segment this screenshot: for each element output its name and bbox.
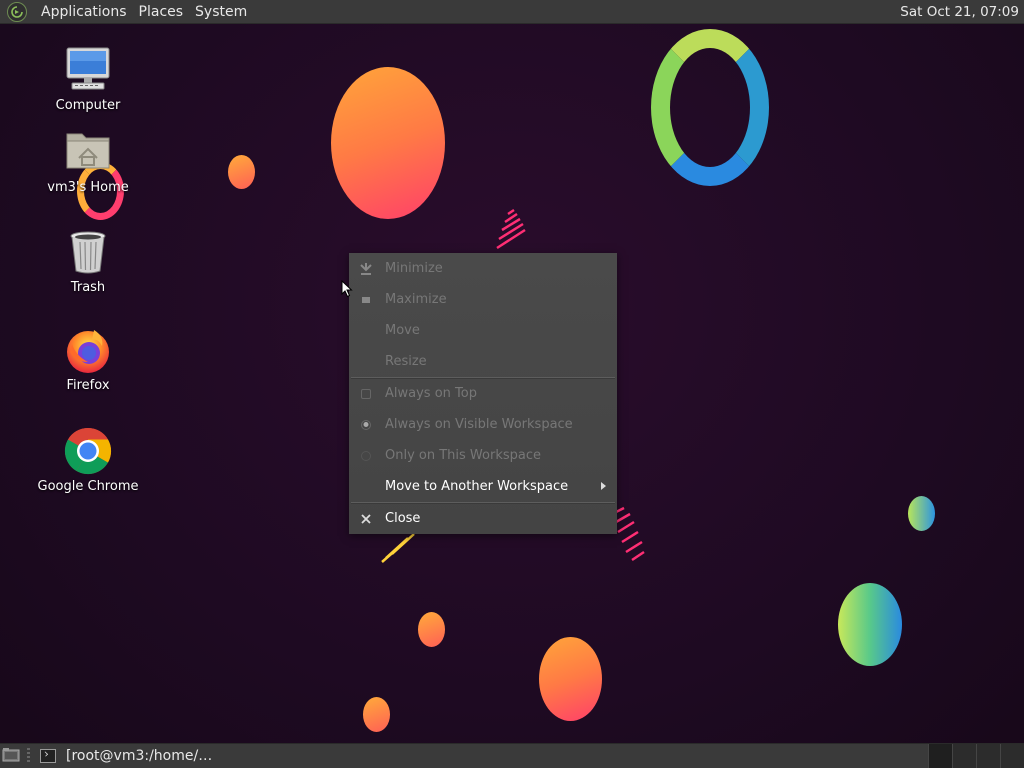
desktop-icon-chrome[interactable]: Google Chrome [28,427,148,494]
mouse-pointer-icon [341,280,353,298]
wallpaper-green-ellipse [838,583,902,666]
menu-item-label: Move to Another Workspace [385,479,569,494]
home-folder-icon [64,128,112,176]
wallpaper-orange-dot-3 [363,697,390,732]
workspace-3[interactable] [976,744,1000,768]
wallpaper-stripes-yellow [381,533,415,563]
workspace-2[interactable] [952,744,976,768]
menu-item-label: Minimize [385,261,443,276]
menu-item-maximize[interactable]: Maximize [349,284,617,315]
show-desktop-icon[interactable] [2,747,20,763]
menu-item-label: Always on Visible Workspace [385,417,573,432]
mate-logo-icon[interactable] [7,1,27,22]
wallpaper-orange-ellipse-large [331,67,445,219]
wallpaper-orange-ellipse-medium [539,637,602,721]
panel-handle[interactable] [27,748,30,764]
minimize-icon [359,262,373,276]
wallpaper-green-dot [908,496,935,531]
bottom-panel: [root@vm3:/home/… [0,743,1024,768]
menu-item-label: Maximize [385,292,447,307]
menu-item-label: Always on Top [385,386,477,401]
desktop-icon-label: Trash [70,280,106,295]
menu-item-move[interactable]: Move [349,315,617,346]
workspace-4[interactable] [1000,744,1024,768]
menu-item-close[interactable]: Close [349,503,617,534]
menu-item-minimize[interactable]: Minimize [349,253,617,284]
desktop-icon-label: Computer [55,98,121,113]
top-panel: Applications Places System Sat Oct 21, 0… [0,0,1024,24]
submenu-arrow-icon [601,482,606,490]
desktop-icon-label: vm3's Home [47,180,129,195]
menu-item-move-to-another-workspace[interactable]: Move to Another Workspace [349,471,617,502]
computer-icon [64,46,112,94]
chrome-icon [64,427,112,475]
workspace-switcher [928,744,1024,768]
desktop-icon-label: Google Chrome [37,479,139,494]
desktop-icon-label: Firefox [66,378,110,393]
maximize-icon [359,293,373,307]
menu-item-label: Move [385,323,420,338]
radio-filled-icon [359,418,373,432]
menu-item-resize[interactable]: Resize [349,346,617,377]
menu-item-label: Close [385,511,421,526]
terminal-icon [40,749,56,763]
wallpaper-stripes-pink-top [496,208,526,250]
wallpaper-orange-dot-1 [228,155,255,189]
checkbox-icon [359,387,373,401]
places-menu[interactable]: Places [133,0,190,24]
desktop-icon-computer[interactable]: Computer [28,46,148,113]
menu-item-label: Only on This Workspace [385,448,541,463]
wallpaper-ring-large [651,29,769,186]
wallpaper-orange-dot-2 [418,612,445,647]
workspace-1[interactable] [928,744,952,768]
desktop-icon-firefox[interactable]: Firefox [28,326,148,393]
menu-item-always-on-visible-workspace[interactable]: Always on Visible Workspace [349,409,617,440]
trash-icon [64,228,112,276]
taskbar-button-label: [root@vm3:/home/… [66,748,213,764]
menu-item-label: Resize [385,354,427,369]
desktop-icon-trash[interactable]: Trash [28,228,148,295]
applications-menu[interactable]: Applications [35,0,133,24]
clock[interactable]: Sat Oct 21, 07:09 [900,0,1019,24]
menu-item-only-on-this-workspace[interactable]: Only on This Workspace [349,440,617,471]
system-menu[interactable]: System [189,0,253,24]
firefox-icon [64,326,112,374]
menu-item-always-on-top[interactable]: Always on Top [349,378,617,409]
close-icon [359,512,373,526]
taskbar-button-terminal[interactable]: [root@vm3:/home/… [36,745,336,767]
radio-empty-icon [359,449,373,463]
desktop-icon-home[interactable]: vm3's Home [28,128,148,195]
window-context-menu: Minimize Maximize Move Resize Always on … [349,253,617,534]
